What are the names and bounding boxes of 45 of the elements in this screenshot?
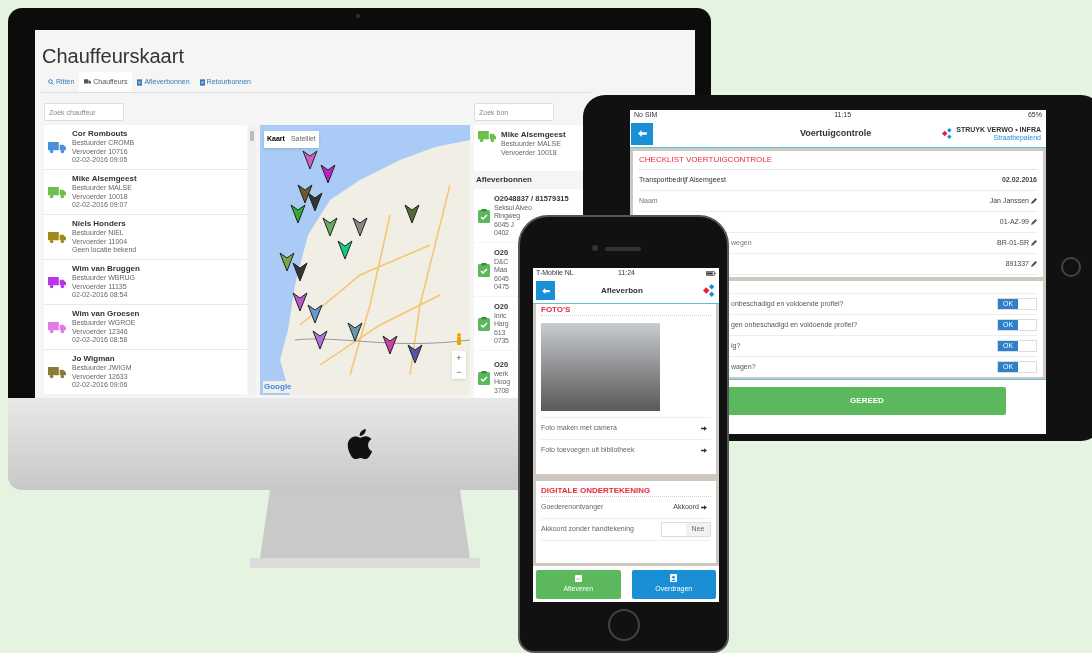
scrollbar-thumb[interactable] — [250, 131, 254, 141]
apple-logo-icon — [346, 429, 373, 459]
truck-icon — [84, 79, 92, 85]
zoom-in-button[interactable]: + — [452, 351, 466, 365]
home-button[interactable] — [1061, 257, 1081, 277]
arrow-right-icon — [701, 426, 707, 431]
diamond-logo-icon — [942, 128, 954, 139]
driver-name: Cor Rombouts — [72, 129, 129, 140]
zoom-out-button[interactable]: − — [452, 365, 466, 379]
battery-icon — [706, 270, 716, 276]
speaker-grille — [605, 247, 641, 251]
document-icon — [137, 78, 143, 86]
back-arrow-icon — [541, 287, 550, 294]
driver-name: Wim van Groesen — [72, 309, 140, 320]
back-arrow-icon — [637, 130, 647, 137]
section-heading: CHECKLIST VOERTUIGCONTROLE — [639, 151, 1037, 170]
screen-title: Voertuigcontrole — [800, 126, 872, 140]
clipboard-check-icon — [478, 316, 490, 331]
clipboard-check-icon — [478, 370, 490, 385]
clipboard-check-icon — [478, 208, 490, 223]
arrow-right-icon — [701, 448, 707, 453]
clipboard-check-icon — [478, 262, 490, 277]
camera-icon — [356, 14, 360, 18]
driver-name: Wim van Bruggen — [72, 264, 140, 275]
arrow-right-icon — [701, 505, 707, 510]
diamond-logo-icon — [703, 284, 716, 297]
page-title: Chauffeurskaart — [41, 44, 185, 68]
driver-name: Mike Alsemgeest — [72, 174, 137, 185]
screen-title: Afleverbon — [601, 284, 643, 297]
search-icon — [48, 79, 54, 85]
section-heading: FOTO'S — [541, 304, 711, 316]
section-heading: DIGITALE ONDERTEKENING — [541, 485, 711, 497]
camera-icon — [592, 245, 598, 251]
clipboard-check-icon — [574, 573, 582, 582]
driver-name: Mike Alsemgeest — [501, 130, 566, 139]
home-button[interactable] — [608, 609, 640, 641]
document-icon — [199, 78, 205, 86]
person-badge-icon — [670, 573, 678, 582]
back-button[interactable] — [631, 122, 653, 145]
section-heading: Afleverbonnen — [475, 174, 533, 186]
driver-name: Niels Honders — [72, 219, 127, 230]
pegman-icon — [456, 333, 462, 345]
driver-name: Jo Wigman — [72, 354, 116, 365]
map-logo: Google — [263, 381, 293, 393]
back-button[interactable] — [536, 281, 555, 300]
